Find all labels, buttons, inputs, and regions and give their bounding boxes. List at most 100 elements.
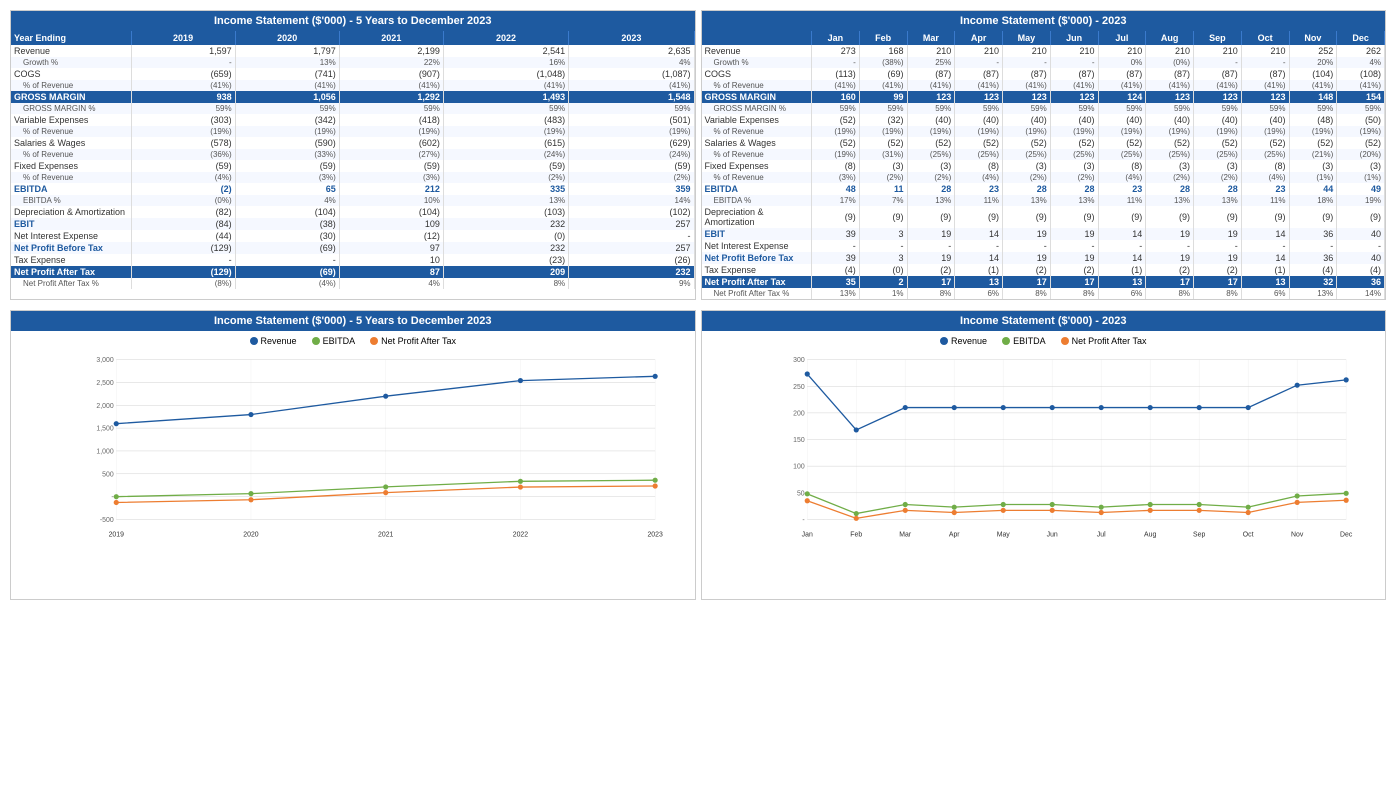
row-value: (52): [1003, 137, 1051, 149]
row-value: (129): [131, 242, 235, 254]
row-label: Net Interest Expense: [11, 230, 131, 242]
row-value: (2%): [569, 172, 694, 183]
row-value: 2: [859, 276, 907, 288]
row-label: Tax Expense: [11, 254, 131, 266]
row-value: (9): [955, 206, 1003, 228]
row-value: 13: [1241, 276, 1289, 288]
row-label: COGS: [11, 68, 131, 80]
row-value: (52): [1098, 137, 1146, 149]
row-value: (82): [131, 206, 235, 218]
legend-label-npat-5y: Net Profit After Tax: [381, 336, 456, 346]
svg-text:1,500: 1,500: [96, 426, 113, 433]
row-value: (9): [1098, 206, 1146, 228]
row-value: (2%): [443, 172, 568, 183]
row-label: EBITDA %: [11, 195, 131, 206]
legend-npat-m: Net Profit After Tax: [1061, 336, 1147, 346]
row-value: -: [1194, 57, 1242, 68]
row-value: (104): [235, 206, 339, 218]
row-value: 210: [1241, 45, 1289, 57]
monthly-col-header: Oct: [1241, 31, 1289, 45]
row-label: EBITDA: [11, 183, 131, 195]
row-value: (25%): [1146, 149, 1194, 160]
row-value: (84): [131, 218, 235, 230]
row-value: 11%: [1241, 195, 1289, 206]
row-value: 48: [812, 183, 860, 195]
five-year-table-section: Income Statement ($'000) - 5 Years to De…: [10, 10, 696, 300]
row-value: (1): [1241, 264, 1289, 276]
row-value: 19: [907, 228, 955, 240]
row-value: 28: [1050, 183, 1098, 195]
row-value: (52): [907, 137, 955, 149]
row-value: (23): [443, 254, 568, 266]
row-value: 168: [859, 45, 907, 57]
row-value: -: [1003, 57, 1051, 68]
legend-label-npat-m: Net Profit After Tax: [1072, 336, 1147, 346]
row-value: -: [907, 240, 955, 252]
svg-text:-: -: [111, 494, 113, 501]
row-value: 13%: [1289, 288, 1337, 299]
row-value: (4%): [955, 172, 1003, 183]
row-value: 210: [1194, 45, 1242, 57]
row-value: -: [859, 240, 907, 252]
row-value: 19: [1194, 252, 1242, 264]
svg-text:Aug: Aug: [1144, 532, 1156, 539]
row-value: (41%): [1003, 80, 1051, 91]
row-value: 3: [859, 228, 907, 240]
row-value: (25%): [955, 149, 1003, 160]
five-year-title: Income Statement ($'000) - 5 Years to De…: [11, 11, 695, 31]
row-value: 35: [812, 276, 860, 288]
row-value: (19%): [955, 126, 1003, 137]
row-value: 3: [859, 252, 907, 264]
monthly-col-header: Jan: [812, 31, 860, 45]
row-value: (129): [131, 266, 235, 278]
row-value: (4): [1337, 264, 1385, 276]
row-value: 1%: [859, 288, 907, 299]
row-value: (3): [1337, 160, 1385, 172]
five-year-chart-area: 3,0002,5002,0001,5001,000500--5002019202…: [11, 351, 695, 571]
row-value: 14: [1241, 228, 1289, 240]
row-value: (52): [812, 114, 860, 126]
monthly-col-header: [702, 31, 812, 45]
row-value: (0%): [131, 195, 235, 206]
row-value: (21%): [1289, 149, 1337, 160]
svg-text:Dec: Dec: [1340, 532, 1353, 539]
monthly-col-header: Apr: [955, 31, 1003, 45]
row-value: (501): [569, 114, 694, 126]
row-label: Depreciation & Amortization: [702, 206, 812, 228]
row-value: 14: [1098, 252, 1146, 264]
row-value: 59%: [1241, 103, 1289, 114]
row-value: (59): [235, 160, 339, 172]
row-label: Revenue: [702, 45, 812, 57]
row-value: 273: [812, 45, 860, 57]
row-value: 19: [907, 252, 955, 264]
row-value: 148: [1289, 91, 1337, 103]
row-value: 14%: [569, 195, 694, 206]
row-value: 7%: [859, 195, 907, 206]
row-value: 19: [1050, 252, 1098, 264]
row-value: 59%: [131, 103, 235, 114]
row-value: -: [1241, 57, 1289, 68]
row-value: (24%): [569, 149, 694, 160]
row-value: (50): [1337, 114, 1385, 126]
row-value: 2,199: [339, 45, 443, 57]
row-value: 59%: [443, 103, 568, 114]
row-value: (40): [1146, 114, 1194, 126]
monthly-legend: Revenue EBITDA Net Profit After Tax: [702, 331, 1386, 351]
row-value: 123: [1050, 91, 1098, 103]
row-value: 59%: [907, 103, 955, 114]
row-value: (87): [1194, 68, 1242, 80]
row-label: Fixed Expenses: [702, 160, 812, 172]
col-header-2023: 2023: [569, 31, 694, 45]
row-value: (19%): [812, 149, 860, 160]
row-value: 19: [1003, 228, 1051, 240]
row-value: (2): [1003, 264, 1051, 276]
row-value: 40: [1337, 252, 1385, 264]
row-value: (40): [1241, 114, 1289, 126]
row-label: % of Revenue: [702, 80, 812, 91]
row-value: 13%: [1146, 195, 1194, 206]
row-value: (19%): [1289, 126, 1337, 137]
row-value: (418): [339, 114, 443, 126]
row-value: 210: [955, 45, 1003, 57]
row-value: -: [812, 57, 860, 68]
row-label: EBIT: [11, 218, 131, 230]
